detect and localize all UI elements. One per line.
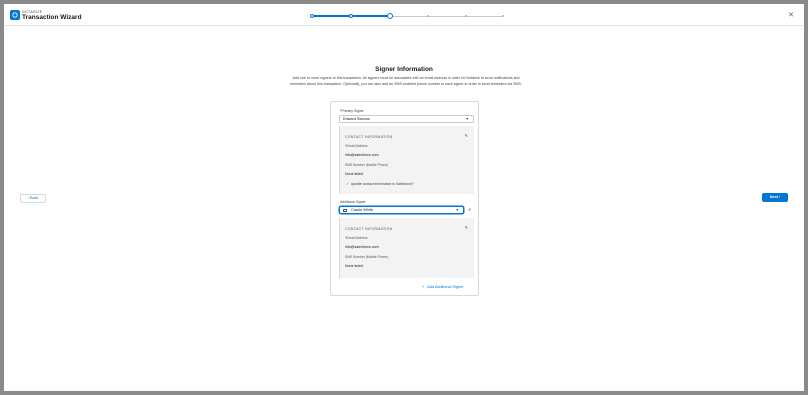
chevron-down-icon: ▼ (465, 117, 469, 121)
close-icon[interactable]: ✕ (788, 11, 794, 19)
wizard-window: NOTARIZE Transaction Wizard ✕ Signer Inf… (4, 4, 804, 391)
sms-label: SMS Number (Mobile Phone) (345, 163, 389, 167)
checkmark-icon: ✓ (346, 182, 349, 186)
next-button[interactable]: Next › (762, 193, 788, 202)
add-additional-signer-button[interactable]: + Add Additional Signer (422, 285, 464, 289)
additional-signer-select[interactable]: Carole White ▼ (339, 206, 464, 214)
email-label: *Email Address (345, 236, 368, 240)
sms-value: None listed (345, 172, 363, 176)
additional-contact-info: CONTACT INFORMATION ✎ *Email Address inf… (339, 218, 474, 278)
header: NOTARIZE Transaction Wizard ✕ (4, 4, 804, 26)
sms-label: SMS Number (Mobile Phone) (345, 255, 389, 259)
edit-pencil-icon[interactable]: ✎ (465, 133, 468, 138)
primary-signer-value: Edward Stamos (343, 117, 370, 121)
progress-step-2[interactable] (349, 14, 353, 18)
section-title: Signer Information (375, 66, 433, 73)
contact-info-heading: CONTACT INFORMATION (345, 135, 393, 139)
progress-step-1[interactable] (310, 14, 314, 18)
chevron-right-icon: › (777, 195, 781, 199)
sms-value: None listed (345, 264, 363, 268)
back-button[interactable]: ‹ Back (20, 194, 46, 203)
contact-info-heading: CONTACT INFORMATION (345, 227, 393, 231)
primary-signer-select[interactable]: Edward Stamos ▼ (339, 115, 474, 123)
progress-step-5 (465, 15, 467, 17)
additional-signer-value: Carole White (351, 208, 373, 212)
additional-signer-label: Additional Signer (340, 200, 366, 204)
section-description: Add one or more signers to this transact… (290, 76, 522, 86)
email-label: *Email Address (345, 144, 368, 148)
contact-card-icon (343, 208, 347, 212)
signer-card: *Primary Signer Edward Stamos ▼ CONTACT … (330, 101, 479, 296)
remove-signer-icon[interactable]: ✕ (468, 207, 471, 212)
chevron-down-icon: ▼ (455, 208, 459, 212)
progress-indicator (307, 13, 504, 19)
notarize-logo-icon (10, 10, 20, 20)
update-contact-checkbox[interactable]: ✓ Update contact information in Salesforc… (346, 182, 414, 186)
progress-step-4 (427, 15, 429, 17)
email-value: info@salesforce.com (345, 245, 379, 249)
plus-icon: + (422, 285, 425, 289)
primary-signer-label: *Primary Signer (340, 109, 364, 113)
edit-pencil-icon[interactable]: ✎ (465, 225, 468, 230)
progress-step-3-current[interactable] (387, 13, 393, 19)
progress-step-6 (502, 15, 504, 17)
primary-contact-info: CONTACT INFORMATION ✎ *Email Address inf… (339, 126, 474, 194)
email-value: info@salesforce.com (345, 153, 379, 157)
page-title: Transaction Wizard (22, 14, 82, 21)
